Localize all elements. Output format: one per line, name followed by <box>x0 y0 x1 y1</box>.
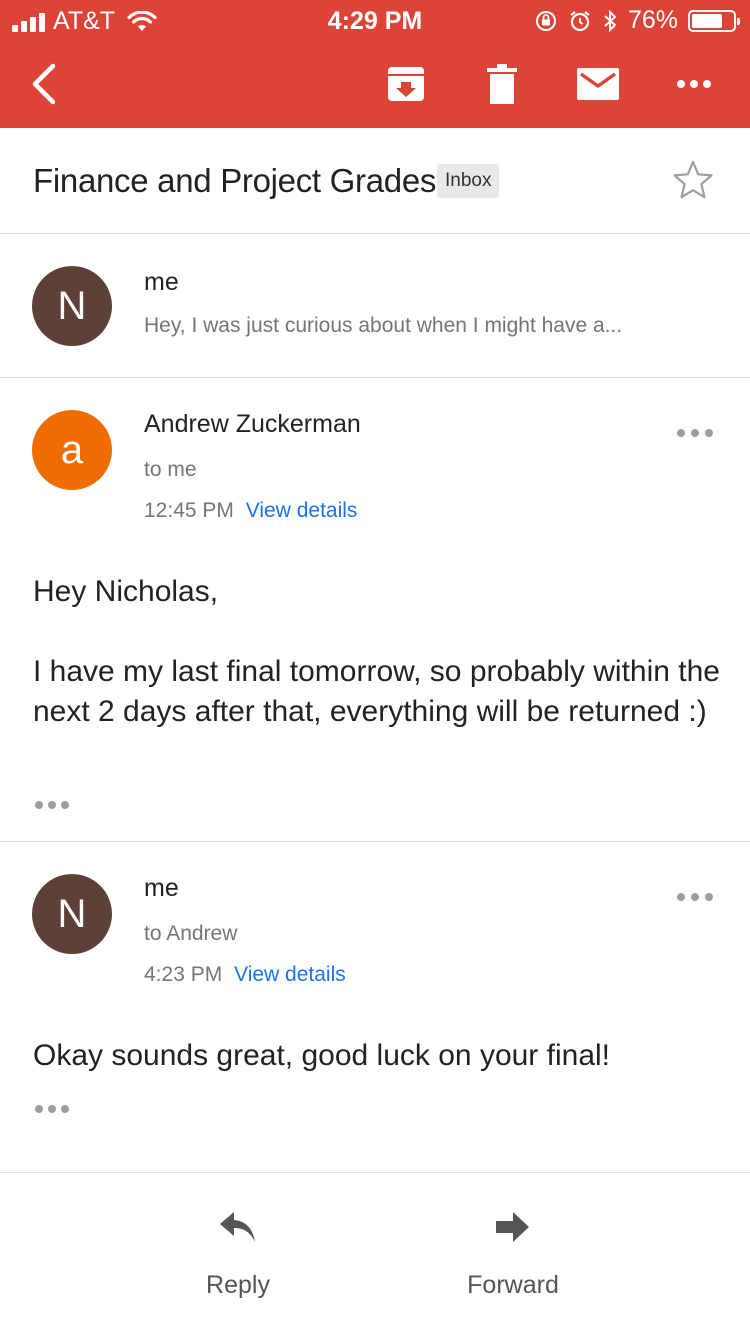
show-trimmed-content-button[interactable] <box>35 1105 69 1113</box>
alarm-icon <box>570 10 590 31</box>
avatar: N <box>32 874 112 954</box>
reply-button[interactable]: Reply <box>168 1210 308 1300</box>
show-trimmed-content-button[interactable] <box>35 801 69 809</box>
back-icon <box>32 63 56 105</box>
archive-icon <box>388 67 424 101</box>
more-icon <box>677 80 711 88</box>
recipient-line: to Andrew <box>144 922 238 945</box>
battery-percent: 76% <box>627 6 678 34</box>
recipient-line: to me <box>144 458 197 481</box>
reply-icon <box>220 1212 255 1242</box>
view-details-link[interactable]: View details <box>234 963 346 986</box>
back-button[interactable] <box>14 54 74 114</box>
more-options-button[interactable] <box>664 54 724 114</box>
message-time: 12:45 PM <box>144 499 234 522</box>
mail-icon <box>577 68 619 100</box>
thread-header: Finance and Project Grades Inbox <box>0 128 750 234</box>
rotation-lock-icon <box>535 10 556 31</box>
trash-icon <box>487 64 517 104</box>
reply-label: Reply <box>206 1271 270 1299</box>
avatar: a <box>32 410 112 490</box>
divider <box>0 377 750 378</box>
forward-icon <box>496 1212 529 1242</box>
sender-name: me <box>144 268 179 296</box>
avatar: N <box>32 266 112 346</box>
sender-name: me <box>144 874 179 902</box>
divider <box>0 1172 750 1173</box>
star-icon[interactable] <box>672 160 714 200</box>
delete-button[interactable] <box>472 54 532 114</box>
sender-name: Andrew Zuckerman <box>144 410 361 438</box>
message-body: Okay sounds great, good luck on your fin… <box>33 1039 611 1072</box>
message-snippet: Hey, I was just curious about when I mig… <box>144 314 623 337</box>
message-time: 4:23 PM <box>144 963 223 986</box>
battery-icon <box>688 9 740 32</box>
forward-button[interactable]: Forward <box>443 1210 583 1300</box>
app-bar <box>0 40 750 128</box>
message-more-button[interactable] <box>677 893 713 905</box>
view-details-link[interactable]: View details <box>246 499 358 522</box>
divider <box>0 841 750 842</box>
status-bar: AT&T 4:29 PM 76% <box>0 0 750 40</box>
mark-unread-button[interactable] <box>568 54 628 114</box>
top-bar: AT&T 4:29 PM 76% <box>0 0 750 128</box>
message-more-button[interactable] <box>677 429 713 441</box>
bluetooth-icon <box>604 9 617 32</box>
thread-subject: Finance and Project Grades <box>33 162 437 199</box>
forward-label: Forward <box>467 1271 559 1299</box>
archive-button[interactable] <box>376 54 436 114</box>
message-body: Hey Nicholas, I have my last final tomor… <box>33 575 720 728</box>
inbox-label[interactable]: Inbox <box>437 164 500 198</box>
